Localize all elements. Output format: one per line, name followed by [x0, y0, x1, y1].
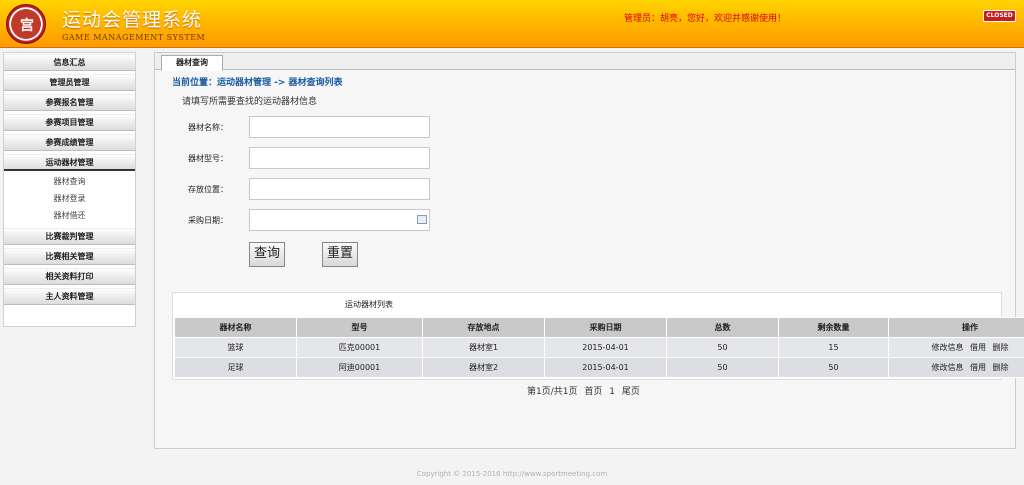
sidebar-item-referees[interactable]: 比赛裁判管理 — [4, 228, 135, 245]
pagination: 第1页/共1页 首页 1 尾页 — [527, 384, 644, 397]
welcome-message: 管理员：胡亮，您好，欢迎并感谢使用！ — [624, 14, 787, 24]
equipment-name-label: 器材名称： — [188, 123, 228, 132]
cell-model: 匹克00001 — [296, 337, 423, 358]
sidebar-subitem-equipment-borrow[interactable]: 器材借还 — [4, 207, 135, 224]
borrow-link[interactable]: 借用 — [970, 363, 986, 372]
cell-total: 50 — [666, 337, 779, 358]
delete-link[interactable]: 删除 — [993, 363, 1009, 372]
edit-link[interactable]: 修改信息 — [931, 343, 963, 352]
cell-date: 2015-04-01 — [544, 337, 667, 358]
first-page-link[interactable]: 首页 — [584, 387, 602, 397]
equipment-model-input[interactable] — [249, 147, 430, 169]
logo: 宫 — [6, 4, 46, 44]
column-header-model: 型号 — [296, 317, 423, 338]
cell-actions: 修改信息 借用 删除 — [888, 337, 1024, 358]
search-button[interactable]: 查询 — [249, 242, 285, 267]
tab-equipment-query[interactable]: 器材查询 — [161, 55, 223, 71]
equipment-table: 器材名称 型号 存放地点 采购日期 总数 剩余数量 操作 篮球 匹克00001 … — [174, 317, 1024, 378]
column-header-location: 存放地点 — [422, 317, 545, 338]
equipment-model-label: 器材型号： — [188, 154, 228, 163]
sidebar-item-scores[interactable]: 参赛成绩管理 — [4, 134, 135, 151]
equipment-name-input[interactable] — [249, 116, 430, 138]
page-number-link[interactable]: 1 — [609, 387, 615, 397]
column-header-actions: 操作 — [888, 317, 1024, 338]
sidebar-item-info-summary[interactable]: 信息汇总 — [4, 54, 135, 71]
edit-link[interactable]: 修改信息 — [931, 363, 963, 372]
sidebar-item-equipment[interactable]: 运动器材管理 — [4, 154, 135, 171]
cell-remaining: 50 — [778, 357, 889, 378]
sidebar-item-admin[interactable]: 管理员管理 — [4, 74, 135, 91]
sidebar-item-events[interactable]: 参赛项目管理 — [4, 114, 135, 131]
sidebar-item-registration[interactable]: 参赛报名管理 — [4, 94, 135, 111]
breadcrumb: 当前位置：运动器材管理 -> 器材查询列表 — [172, 78, 343, 88]
equipment-list-panel: 运动器材列表 器材名称 型号 存放地点 采购日期 总数 剩余数量 操作 篮球 匹… — [172, 292, 1024, 380]
table-row: 篮球 匹克00001 器材室1 2015-04-01 50 15 修改信息 借用… — [174, 337, 1024, 358]
last-page-link[interactable]: 尾页 — [622, 387, 640, 397]
sidebar-item-print[interactable]: 相关资料打印 — [4, 268, 135, 285]
sidebar-subitem-equipment-query[interactable]: 器材查询 — [4, 173, 135, 190]
equipment-list-title: 运动器材列表 — [345, 300, 393, 309]
cell-location: 器材室2 — [422, 357, 545, 378]
column-header-total: 总数 — [666, 317, 779, 338]
tab-bar: 器材查询 — [155, 53, 1015, 71]
logo-glyph: 宫 — [20, 18, 34, 34]
table-header-row: 器材名称 型号 存放地点 采购日期 总数 剩余数量 操作 — [174, 317, 1024, 338]
sidebar-item-match-related[interactable]: 比赛相关管理 — [4, 248, 135, 265]
cell-location: 器材室1 — [422, 337, 545, 358]
column-header-date: 采购日期 — [544, 317, 667, 338]
app-title: 运动会管理系统 — [62, 9, 203, 31]
footer-copyright: Copyright © 2015-2016 http://www.sportme… — [416, 470, 608, 478]
sidebar-item-profile[interactable]: 主人资料管理 — [4, 288, 135, 305]
delete-link[interactable]: 删除 — [993, 343, 1009, 352]
purchase-date-input[interactable] — [249, 209, 430, 231]
column-header-remaining: 剩余数量 — [778, 317, 889, 338]
storage-location-input[interactable] — [249, 178, 430, 200]
purchase-date-label: 采购日期： — [188, 216, 228, 225]
cell-name: 足球 — [174, 357, 297, 378]
cell-actions: 修改信息 借用 删除 — [888, 357, 1024, 378]
cell-name: 篮球 — [174, 337, 297, 358]
storage-location-label: 存放位置： — [188, 185, 228, 194]
sidebar: 信息汇总 管理员管理 参赛报名管理 参赛项目管理 参赛成绩管理 运动器材管理 器… — [3, 52, 136, 327]
cell-date: 2015-04-01 — [544, 357, 667, 378]
page-status: 第1页/共1页 — [527, 387, 578, 397]
reset-button[interactable]: 重置 — [322, 242, 358, 267]
app-header: 宫 运动会管理系统 GAME MANAGEMENT SYSTEM 管理员：胡亮，… — [0, 0, 1024, 48]
table-row: 足球 阿迪00001 器材室2 2015-04-01 50 50 修改信息 借用… — [174, 357, 1024, 378]
borrow-link[interactable]: 借用 — [970, 343, 986, 352]
app-subtitle: GAME MANAGEMENT SYSTEM — [62, 33, 206, 42]
cell-remaining: 15 — [778, 337, 889, 358]
close-button[interactable]: CLOSED — [983, 10, 1016, 22]
sidebar-submenu-equipment: 器材查询 器材登录 器材借还 — [4, 171, 135, 225]
cell-total: 50 — [666, 357, 779, 378]
column-header-name: 器材名称 — [174, 317, 297, 338]
sidebar-subitem-equipment-register[interactable]: 器材登录 — [4, 190, 135, 207]
calendar-icon[interactable] — [417, 215, 427, 224]
main-panel: 器材查询 当前位置：运动器材管理 -> 器材查询列表 请填写所需要查找的运动器材… — [154, 52, 1024, 449]
cell-model: 阿迪00001 — [296, 357, 423, 378]
form-hint: 请填写所需要查找的运动器材信息 — [182, 97, 318, 107]
